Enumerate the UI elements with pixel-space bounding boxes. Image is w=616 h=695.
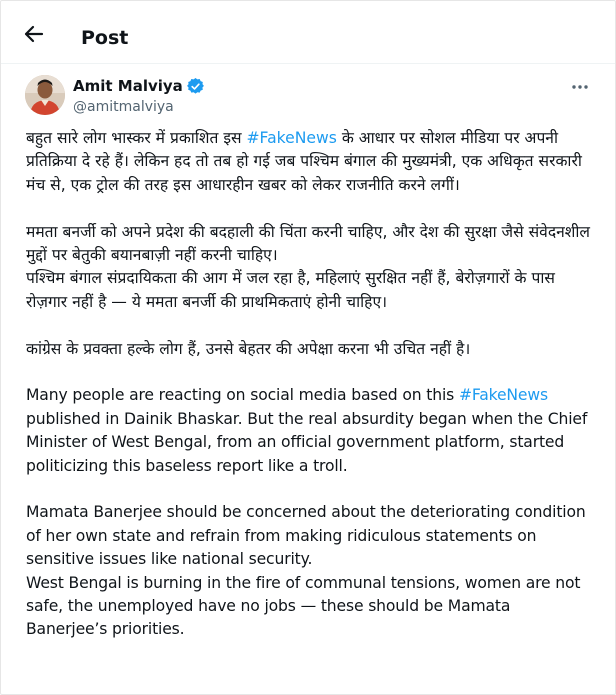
tweet-text: बहुत सारे लोग भास्कर में प्रकाशित इस #Fa… [26,127,596,642]
tweet-text-segment: बहुत सारे लोग भास्कर में प्रकाशित इस [26,129,247,147]
tweet-author: Amit Malviya @amitmalviya [25,75,595,119]
author-display-name[interactable]: Amit Malviya [73,76,183,96]
more-horizontal-icon [572,85,588,89]
tweet-text-segment: Many people are reacting on social media… [26,386,459,405]
post-window: Post Amit Malviya @amitmalviya बहुत सारे… [0,0,616,695]
page-title: Post [81,27,129,49]
tweet-text-segment: published in Dainik Bhaskar. But the rea… [26,409,588,475]
hashtag-link[interactable]: #FakeNews [246,129,336,147]
tweet-paragraph-hi-2: ममता बनर्जी को अपने प्रदेश की बदहाली की … [26,222,590,265]
arrow-left-icon [24,25,44,43]
tweet-paragraph-hi-1: बहुत सारे लोग भास्कर में प्रकाशित इस #Fa… [26,127,596,197]
author-handle[interactable]: @amitmalviya [73,97,174,117]
tweet-paragraph-hi-3: पश्चिम बंगाल संप्रदायिकता की आग में जल र… [26,269,555,311]
name-row: Amit Malviya [73,76,204,96]
more-options-button[interactable] [569,79,591,95]
hashtag-link[interactable]: #FakeNews [459,386,548,404]
post-header: Post [1,1,615,64]
back-button[interactable] [21,23,47,45]
tweet-paragraph-hi-4: कांग्रेस के प्रवक्ता हल्के लोग हैं, उनसे… [26,339,471,358]
avatar-image [25,75,65,115]
tweet-paragraph-en-2: Mamata Banerjee should be concerned abou… [26,503,586,569]
tweet-paragraph-en-1: Many people are reacting on social media… [26,384,596,478]
verified-badge-icon [186,77,204,94]
avatar[interactable] [25,75,65,115]
tweet-paragraph-en-3: West Bengal is burning in the fire of co… [26,573,581,639]
